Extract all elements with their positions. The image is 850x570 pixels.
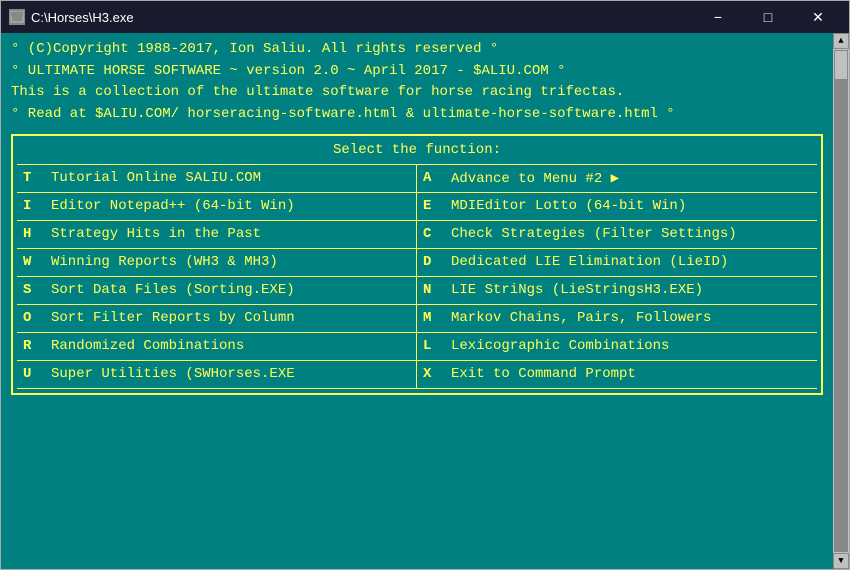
menu-label-X: Exit to Command Prompt <box>451 366 636 382</box>
menu-key-C: C <box>423 226 443 242</box>
menu-key-S: S <box>23 282 43 298</box>
menu-title: Select the function: <box>17 140 817 160</box>
title-bar: C:\Horses\H3.exe − □ ✕ <box>1 1 849 33</box>
menu-label-R: Randomized Combinations <box>51 338 244 354</box>
menu-grid: T Tutorial Online SALIU.COM A Advance to… <box>17 164 817 389</box>
menu-label-L: Lexicographic Combinations <box>451 338 669 354</box>
menu-item-T[interactable]: T Tutorial Online SALIU.COM <box>17 165 417 193</box>
header-line-4: ° Read at $ALIU.COM/ horseracing-softwar… <box>11 104 823 126</box>
menu-key-U: U <box>23 366 43 382</box>
console-area: ° (C)Copyright 1988-2017, Ion Saliu. All… <box>1 33 849 569</box>
menu-key-T: T <box>23 170 43 186</box>
menu-label-H: Strategy Hits in the Past <box>51 226 261 242</box>
menu-item-L[interactable]: L Lexicographic Combinations <box>417 333 817 361</box>
menu-key-X: X <box>423 366 443 382</box>
menu-label-C: Check Strategies (Filter Settings) <box>451 226 737 242</box>
scroll-up-button[interactable]: ▲ <box>833 33 849 49</box>
menu-key-D: D <box>423 254 443 270</box>
menu-label-U: Super Utilities (SWHorses.EXE <box>51 366 295 382</box>
menu-item-U[interactable]: U Super Utilities (SWHorses.EXE <box>17 361 417 389</box>
menu-key-I: I <box>23 198 43 214</box>
menu-label-O: Sort Filter Reports by Column <box>51 310 295 326</box>
menu-item-E[interactable]: E MDIEditor Lotto (64-bit Win) <box>417 193 817 221</box>
menu-item-C[interactable]: C Check Strategies (Filter Settings) <box>417 221 817 249</box>
main-content: ° (C)Copyright 1988-2017, Ion Saliu. All… <box>11 39 839 563</box>
menu-key-E: E <box>423 198 443 214</box>
title-bar-left: C:\Horses\H3.exe <box>9 9 134 25</box>
menu-label-A: Advance to Menu #2 ▶ <box>451 170 619 187</box>
menu-item-O[interactable]: O Sort Filter Reports by Column <box>17 305 417 333</box>
window: C:\Horses\H3.exe − □ ✕ ° (C)Copyright 19… <box>0 0 850 570</box>
menu-container: Select the function: T Tutorial Online S… <box>11 134 823 395</box>
menu-item-A[interactable]: A Advance to Menu #2 ▶ <box>417 165 817 193</box>
menu-item-R[interactable]: R Randomized Combinations <box>17 333 417 361</box>
minimize-button[interactable]: − <box>695 5 741 29</box>
maximize-button[interactable]: □ <box>745 5 791 29</box>
menu-key-A: A <box>423 170 443 186</box>
menu-key-N: N <box>423 282 443 298</box>
menu-item-W[interactable]: W Winning Reports (WH3 & MH3) <box>17 249 417 277</box>
menu-key-L: L <box>423 338 443 354</box>
scrollbar-thumb[interactable] <box>834 50 848 80</box>
menu-key-R: R <box>23 338 43 354</box>
menu-key-O: O <box>23 310 43 326</box>
scrollbar-track[interactable] <box>834 50 848 552</box>
menu-item-S[interactable]: S Sort Data Files (Sorting.EXE) <box>17 277 417 305</box>
menu-label-M: Markov Chains, Pairs, Followers <box>451 310 711 326</box>
menu-item-M[interactable]: M Markov Chains, Pairs, Followers <box>417 305 817 333</box>
header-line-1: ° (C)Copyright 1988-2017, Ion Saliu. All… <box>11 39 823 61</box>
scroll-down-button[interactable]: ▼ <box>833 553 849 569</box>
menu-label-E: MDIEditor Lotto (64-bit Win) <box>451 198 686 214</box>
window-title: C:\Horses\H3.exe <box>31 10 134 25</box>
menu-key-W: W <box>23 254 43 270</box>
menu-label-I: Editor Notepad++ (64-bit Win) <box>51 198 295 214</box>
title-bar-buttons: − □ ✕ <box>695 5 841 29</box>
header-section: ° (C)Copyright 1988-2017, Ion Saliu. All… <box>11 39 823 126</box>
menu-item-N[interactable]: N LIE StriNgs (LieStringsH3.EXE) <box>417 277 817 305</box>
header-line-2: ° ULTIMATE HORSE SOFTWARE ~ version 2.0 … <box>11 61 823 83</box>
close-button[interactable]: ✕ <box>795 5 841 29</box>
menu-label-S: Sort Data Files (Sorting.EXE) <box>51 282 295 298</box>
menu-item-I[interactable]: I Editor Notepad++ (64-bit Win) <box>17 193 417 221</box>
menu-label-W: Winning Reports (WH3 & MH3) <box>51 254 278 270</box>
menu-item-D[interactable]: D Dedicated LIE Elimination (LieID) <box>417 249 817 277</box>
menu-label-T: Tutorial Online SALIU.COM <box>51 170 261 186</box>
header-line-3: This is a collection of the ultimate sof… <box>11 82 823 104</box>
menu-item-H[interactable]: H Strategy Hits in the Past <box>17 221 417 249</box>
menu-label-N: LIE StriNgs (LieStringsH3.EXE) <box>451 282 703 298</box>
menu-key-M: M <box>423 310 443 326</box>
menu-label-D: Dedicated LIE Elimination (LieID) <box>451 254 728 270</box>
window-icon <box>9 9 25 25</box>
menu-item-X[interactable]: X Exit to Command Prompt <box>417 361 817 389</box>
menu-key-H: H <box>23 226 43 242</box>
scrollbar[interactable]: ▲ ▼ <box>833 33 849 569</box>
